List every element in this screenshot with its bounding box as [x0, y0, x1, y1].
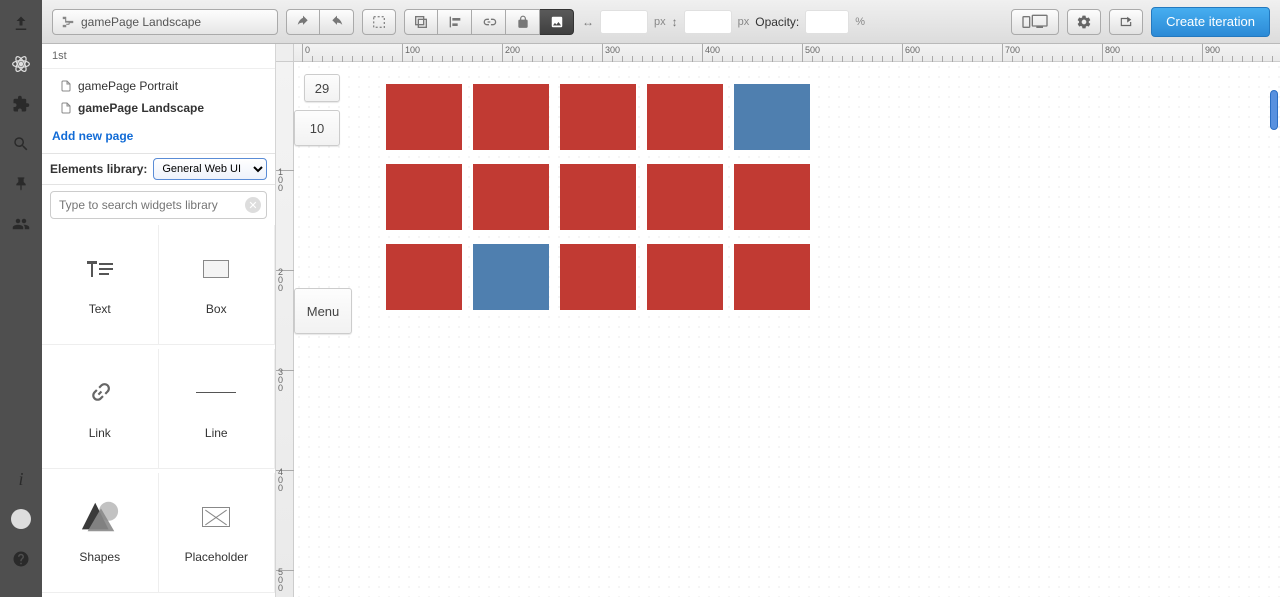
library-select[interactable]: General Web UI [153, 158, 267, 180]
avatar[interactable] [11, 509, 31, 529]
atom-icon[interactable] [11, 54, 31, 74]
help-icon[interactable] [11, 549, 31, 569]
ruler-corner [276, 44, 294, 62]
puzzle-icon[interactable] [11, 94, 31, 114]
ruler-vertical[interactable]: 100200300400500 [276, 62, 294, 597]
page-item[interactable]: gamePage Landscape [42, 97, 275, 119]
height-input[interactable] [684, 10, 732, 34]
game-tile[interactable] [647, 84, 723, 150]
widget-placeholder[interactable]: Placeholder [159, 473, 276, 593]
link-icon [80, 378, 120, 408]
game-tile[interactable] [734, 244, 810, 310]
game-tile[interactable] [647, 244, 723, 310]
dimensions: ↔ px ↕ px Opacity: % [582, 10, 865, 34]
copy-button[interactable] [404, 9, 438, 35]
widget-search: ✕ [42, 185, 275, 225]
hierarchy-icon [61, 15, 75, 29]
settings-button[interactable] [1067, 9, 1101, 35]
widget-box[interactable]: Box [159, 225, 276, 345]
info-icon[interactable]: i [11, 469, 31, 489]
toolbar: gamePage Landscape ↔ px ↕ px [42, 0, 1280, 44]
widget-line[interactable]: Line [159, 349, 276, 469]
undo-button[interactable] [286, 9, 320, 35]
users-icon[interactable] [11, 214, 31, 234]
search-input[interactable] [50, 191, 267, 219]
shapes-icon [80, 502, 120, 532]
ruler-horizontal[interactable]: 0100200300400500600700800900 [294, 44, 1280, 62]
app-rail: i [0, 0, 42, 597]
text-icon [80, 254, 120, 284]
align-button[interactable] [438, 9, 472, 35]
opacity-unit: % [855, 16, 865, 28]
image-button[interactable] [540, 9, 574, 35]
game-tile[interactable] [560, 164, 636, 230]
game-tile[interactable] [386, 164, 462, 230]
menu-button[interactable]: Menu [294, 288, 352, 334]
page-icon [60, 79, 72, 93]
page-icon [60, 101, 72, 115]
pages-list: gamePage PortraitgamePage Landscape [42, 69, 275, 125]
history-group [286, 9, 354, 35]
viewport-button[interactable] [1011, 9, 1059, 35]
widget-link[interactable]: Link [42, 349, 159, 469]
project-name[interactable]: 1st [42, 44, 275, 69]
page-selector[interactable]: gamePage Landscape [52, 9, 278, 35]
width-input[interactable] [600, 10, 648, 34]
placeholder-icon [196, 502, 236, 532]
scroll-thumb[interactable] [1270, 90, 1278, 130]
game-tile[interactable] [560, 84, 636, 150]
opacity-input[interactable] [805, 10, 849, 34]
page-item[interactable]: gamePage Portrait [42, 75, 275, 97]
width-unit: px [654, 16, 666, 28]
export-icon[interactable] [11, 14, 31, 34]
arrange-group [404, 9, 574, 35]
create-iteration-button[interactable]: Create iteration [1151, 7, 1270, 37]
game-tile[interactable] [473, 164, 549, 230]
box-icon [196, 254, 236, 284]
arrow-vertical-icon: ↕ [672, 15, 678, 29]
canvas[interactable]: 29 10 Menu [294, 62, 1280, 597]
page-selector-label: gamePage Landscape [81, 15, 201, 29]
library-label: Elements library: [50, 162, 147, 176]
pin-icon[interactable] [11, 174, 31, 194]
game-tile[interactable] [386, 84, 462, 150]
arrow-horizontal-icon: ↔ [582, 15, 594, 29]
game-tile[interactable] [386, 244, 462, 310]
redo-button[interactable] [320, 9, 354, 35]
game-tile[interactable] [560, 244, 636, 310]
link-button[interactable] [472, 9, 506, 35]
library-row: Elements library: General Web UI [42, 153, 275, 185]
score-chip-2[interactable]: 10 [294, 110, 340, 146]
sidebar: 1st gamePage PortraitgamePage Landscape … [42, 44, 276, 597]
height-unit: px [738, 16, 750, 28]
canvas-area: 0100200300400500600700800900 10020030040… [276, 44, 1280, 597]
selection-button[interactable] [362, 9, 396, 35]
widget-shapes[interactable]: Shapes [42, 473, 159, 593]
share-button[interactable] [1109, 9, 1143, 35]
game-tile[interactable] [734, 164, 810, 230]
widgets-grid: TextBoxLinkLineShapesPlaceholder [42, 225, 275, 597]
game-tile[interactable] [473, 84, 549, 150]
game-tile[interactable] [473, 244, 549, 310]
search-icon[interactable] [11, 134, 31, 154]
clear-icon[interactable]: ✕ [245, 197, 261, 213]
add-page-link[interactable]: Add new page [42, 125, 275, 153]
lock-button[interactable] [506, 9, 540, 35]
opacity-label: Opacity: [755, 15, 799, 29]
line-icon [196, 378, 236, 408]
widget-text[interactable]: Text [42, 225, 159, 345]
score-chip-1[interactable]: 29 [304, 74, 340, 102]
game-tile[interactable] [734, 84, 810, 150]
game-tile[interactable] [647, 164, 723, 230]
